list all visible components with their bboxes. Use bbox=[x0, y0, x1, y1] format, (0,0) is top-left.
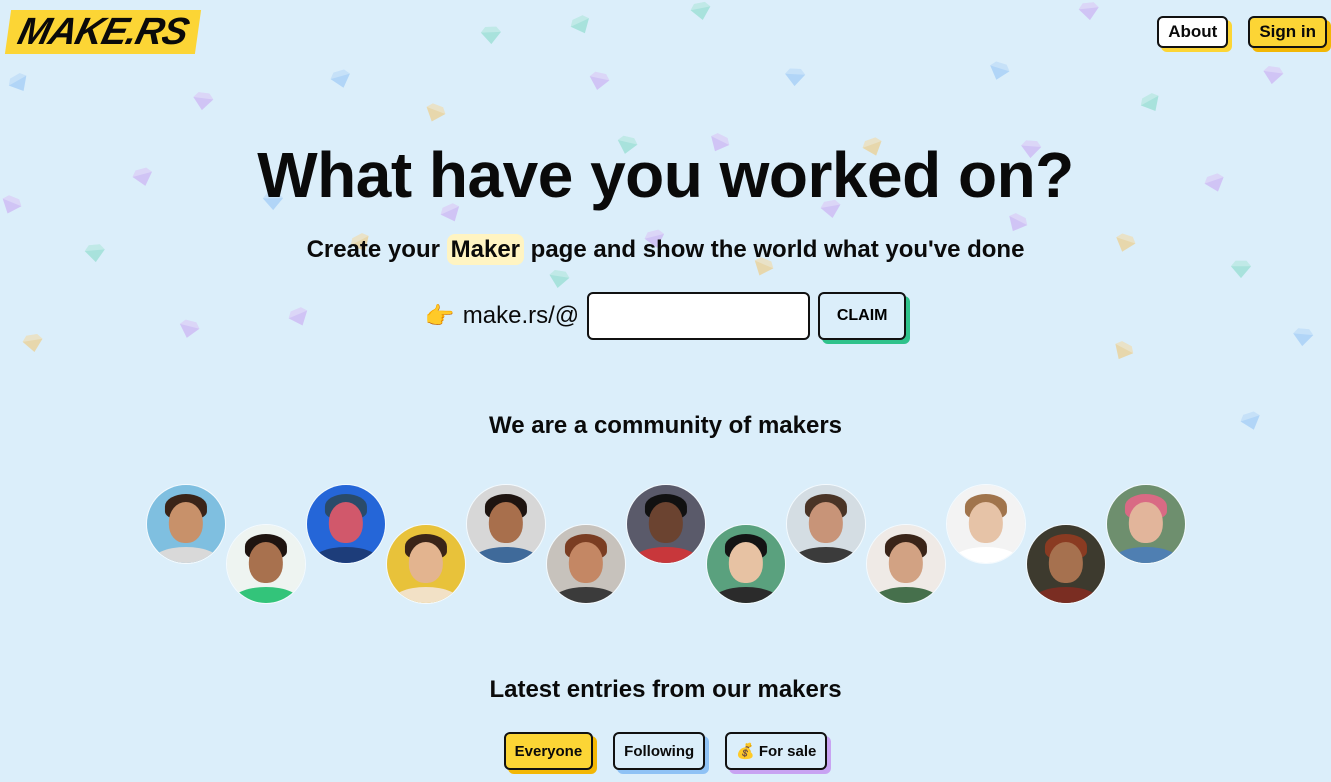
claim-prefix: 👉 make.rs/@ bbox=[425, 302, 579, 331]
money-bag-icon: 💰 bbox=[736, 743, 755, 760]
pointing-hand-icon: 👉 bbox=[424, 302, 455, 330]
hero-title: What have you worked on? bbox=[257, 139, 1074, 211]
gem-icon bbox=[1108, 336, 1138, 366]
community-title: We are a community of makers bbox=[488, 412, 843, 439]
claim-url-prefix: make.rs/@ bbox=[462, 302, 580, 329]
gem-icon bbox=[783, 65, 806, 88]
maker-avatar[interactable] bbox=[866, 524, 946, 604]
claim-form: 👉 make.rs/@ CLAIM bbox=[0, 292, 1331, 340]
gem-icon bbox=[1002, 208, 1032, 238]
maker-avatar[interactable] bbox=[386, 524, 466, 604]
entry-filter-tabs: Everyone Following 💰 For sale bbox=[0, 732, 1331, 770]
maker-avatar[interactable] bbox=[226, 524, 306, 604]
hero-subtitle-before: Create your bbox=[306, 236, 440, 263]
about-button[interactable]: About bbox=[1157, 16, 1229, 48]
tab-label: Everyone bbox=[514, 742, 583, 760]
gem-icon bbox=[1077, 0, 1101, 23]
gem-icon bbox=[1261, 63, 1286, 88]
gem-icon bbox=[688, 0, 714, 24]
maker-avatar[interactable] bbox=[946, 484, 1026, 564]
tab-following[interactable]: Following bbox=[613, 732, 706, 770]
maker-avatar[interactable] bbox=[626, 484, 706, 564]
hero-subtitle-after: page and show the world what you've done bbox=[530, 236, 1025, 263]
gem-icon bbox=[327, 65, 354, 92]
tab-label: For sale bbox=[758, 742, 817, 760]
sign-in-button[interactable]: Sign in bbox=[1248, 16, 1327, 48]
maker-avatar[interactable] bbox=[1106, 484, 1186, 564]
hero-subtitle: Create your Maker page and show the worl… bbox=[0, 234, 1331, 265]
latest-entries-title: Latest entries from our makers bbox=[489, 676, 842, 703]
claim-button[interactable]: CLAIM bbox=[818, 292, 907, 340]
logo-text: MAKE.RS bbox=[13, 11, 193, 53]
maker-avatar[interactable] bbox=[546, 524, 626, 604]
gem-icon bbox=[546, 266, 571, 291]
gem-icon bbox=[1136, 88, 1166, 118]
gem-icon bbox=[191, 89, 216, 114]
logo[interactable]: MAKE.RS bbox=[4, 10, 202, 54]
gem-icon bbox=[985, 57, 1012, 84]
tab-for-sale[interactable]: 💰 For sale bbox=[725, 732, 828, 770]
maker-avatar[interactable] bbox=[1026, 524, 1106, 604]
tab-label: Following bbox=[624, 742, 695, 760]
gem-icon bbox=[480, 24, 503, 47]
gem-icon bbox=[4, 68, 34, 98]
maker-highlight: Maker bbox=[446, 234, 524, 265]
maker-avatar[interactable] bbox=[706, 524, 786, 604]
tab-everyone[interactable]: Everyone bbox=[503, 732, 594, 770]
maker-avatar[interactable] bbox=[786, 484, 866, 564]
gem-icon bbox=[586, 68, 612, 94]
gem-icon bbox=[421, 99, 449, 127]
maker-avatar[interactable] bbox=[306, 484, 386, 564]
username-input[interactable] bbox=[587, 292, 811, 340]
top-nav: About Sign in bbox=[1157, 16, 1327, 48]
gem-icon bbox=[566, 10, 595, 39]
maker-avatar[interactable] bbox=[466, 484, 546, 564]
maker-avatar[interactable] bbox=[146, 484, 226, 564]
